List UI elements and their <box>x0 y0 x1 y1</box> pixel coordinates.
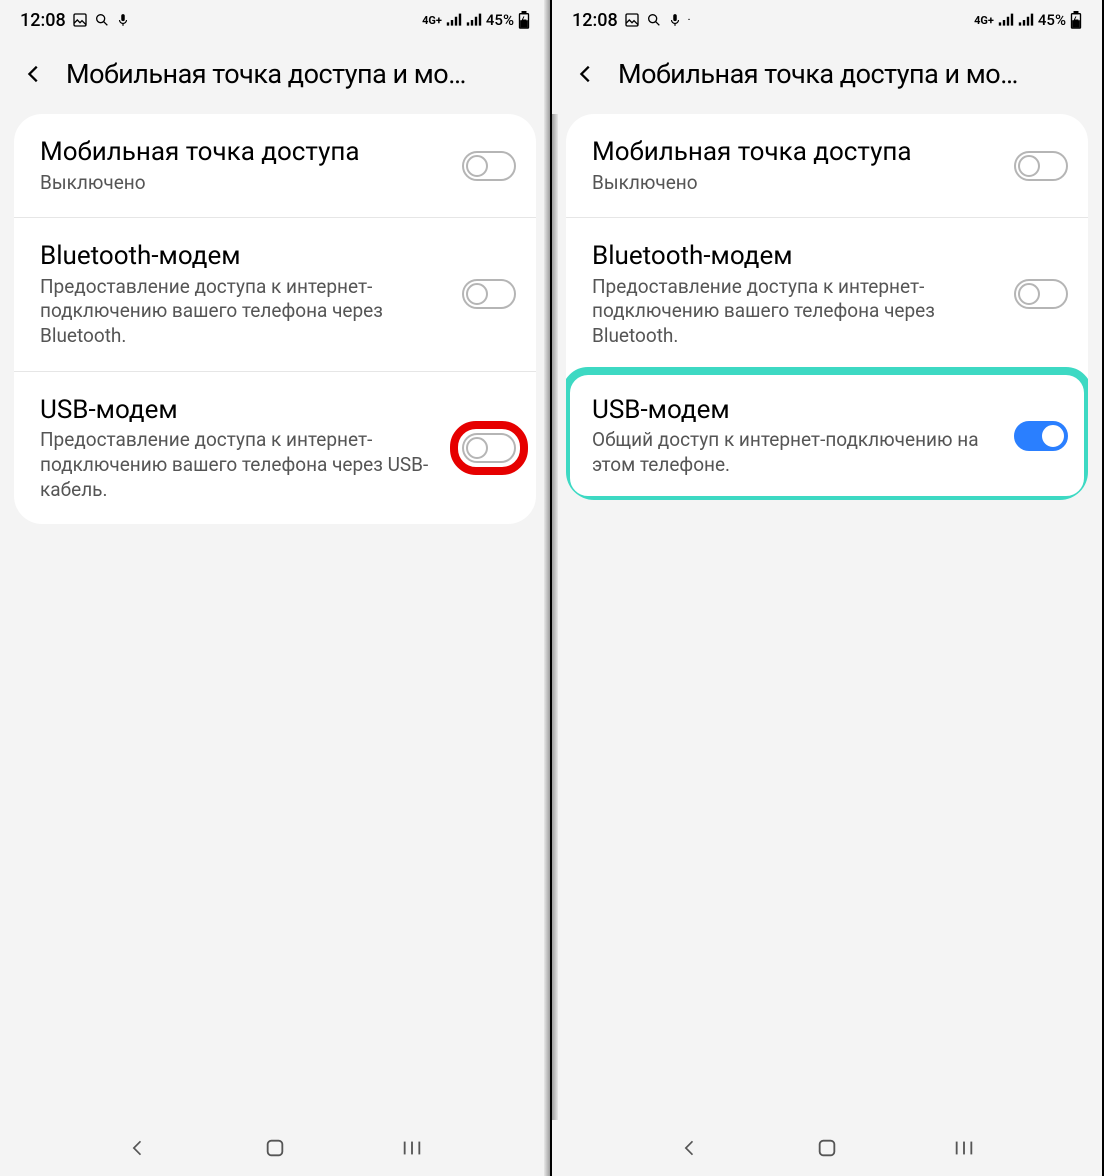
setting-usb-tether[interactable]: USB-модем Предоставление доступа к интер… <box>14 371 536 525</box>
toggle-bluetooth[interactable] <box>462 279 516 309</box>
status-time: 12:08 <box>20 10 66 31</box>
settings-card: Мобильная точка доступа Выключено Blueto… <box>566 114 1088 500</box>
toggle-hotspot[interactable] <box>462 151 516 181</box>
toggle-bluetooth[interactable] <box>1014 279 1068 309</box>
signal-icon <box>446 13 462 27</box>
nav-home-button[interactable] <box>811 1132 843 1164</box>
network-type-label: 4G+ <box>974 14 994 27</box>
setting-subtitle: Общий доступ к интернет-подключению на э… <box>592 428 1002 477</box>
nav-bar <box>0 1120 550 1176</box>
phone-left: 12:08 4G+ 45% Мобильная точка доступа и … <box>0 0 552 1176</box>
status-time: 12:08 <box>572 10 618 31</box>
network-type-label: 4G+ <box>422 14 442 27</box>
nav-back-button[interactable] <box>674 1132 706 1164</box>
toggle-hotspot[interactable] <box>1014 151 1068 181</box>
back-button[interactable] <box>20 60 48 88</box>
signal-icon <box>998 13 1014 27</box>
toggle-usb[interactable] <box>462 433 516 463</box>
nav-bar <box>552 1120 1102 1176</box>
nav-back-button[interactable] <box>122 1132 154 1164</box>
battery-icon <box>1070 11 1082 29</box>
back-button[interactable] <box>572 60 600 88</box>
setting-title: USB-модем <box>40 394 450 427</box>
setting-subtitle: Выключено <box>592 171 1002 196</box>
signal-icon-2 <box>1018 13 1034 27</box>
search-icon <box>646 12 662 28</box>
setting-title: Мобильная точка доступа <box>592 136 1002 169</box>
page-title: Мобильная точка доступа и мо… <box>66 58 466 90</box>
settings-card: Мобильная точка доступа Выключено Blueto… <box>14 114 536 524</box>
highlight-red-annotation <box>458 429 520 467</box>
nav-recents-button[interactable] <box>396 1132 428 1164</box>
signal-icon-2 <box>466 13 482 27</box>
status-bar: 12:08 4G+ 45% <box>0 0 550 40</box>
battery-icon <box>518 11 530 29</box>
setting-subtitle: Предоставление доступа к интернет-подклю… <box>40 428 450 502</box>
setting-bluetooth-tether[interactable]: Bluetooth-модем Предоставление доступа к… <box>14 217 536 371</box>
setting-subtitle: Предоставление доступа к интернет-подклю… <box>592 275 1002 349</box>
mic-icon <box>668 12 682 28</box>
dot-icon: · <box>688 15 691 26</box>
setting-title: Bluetooth-модем <box>40 240 450 273</box>
setting-title: USB-модем <box>592 394 1002 427</box>
setting-subtitle: Выключено <box>40 171 450 196</box>
nav-recents-button[interactable] <box>948 1132 980 1164</box>
battery-percent: 45% <box>486 11 514 29</box>
mic-icon <box>116 12 130 28</box>
setting-bluetooth-tether[interactable]: Bluetooth-модем Предоставление доступа к… <box>566 217 1088 371</box>
header: Мобильная точка доступа и мо… <box>552 40 1102 114</box>
picture-icon <box>624 12 640 28</box>
header: Мобильная точка доступа и мо… <box>0 40 550 114</box>
search-icon <box>94 12 110 28</box>
phone-right: 12:08 · 4G+ 45% Мобильная точка доступа … <box>552 0 1104 1176</box>
setting-title: Мобильная точка доступа <box>40 136 450 169</box>
nav-home-button[interactable] <box>259 1132 291 1164</box>
page-title: Мобильная точка доступа и мо… <box>618 58 1018 90</box>
battery-percent: 45% <box>1038 11 1066 29</box>
setting-hotspot[interactable]: Мобильная точка доступа Выключено <box>566 114 1088 217</box>
setting-usb-tether[interactable]: USB-модем Общий доступ к интернет-подклю… <box>566 371 1088 500</box>
status-bar: 12:08 · 4G+ 45% <box>552 0 1102 40</box>
setting-hotspot[interactable]: Мобильная точка доступа Выключено <box>14 114 536 217</box>
setting-subtitle: Предоставление доступа к интернет-подклю… <box>40 275 450 349</box>
toggle-usb[interactable] <box>1014 421 1068 451</box>
setting-title: Bluetooth-модем <box>592 240 1002 273</box>
picture-icon <box>72 12 88 28</box>
